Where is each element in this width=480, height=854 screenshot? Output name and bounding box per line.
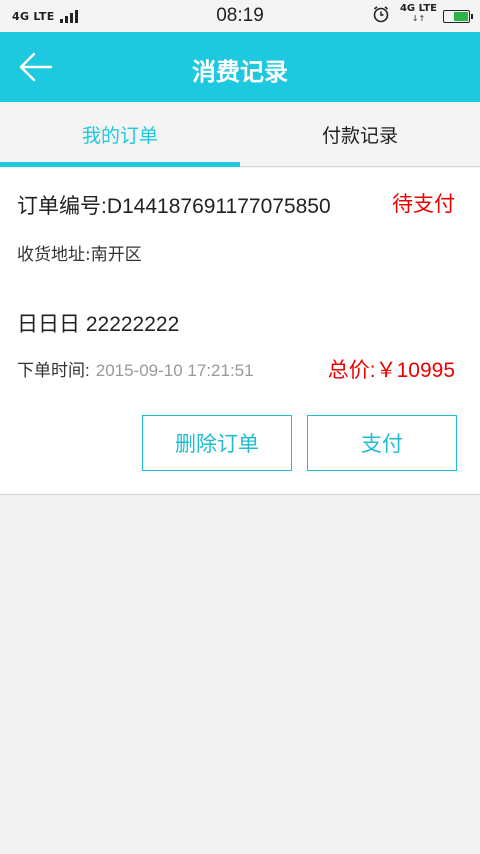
tab-bar: 我的订单 付款记录: [0, 102, 480, 167]
battery-icon: [443, 9, 473, 23]
battery-level: [454, 11, 468, 21]
tab-my-orders[interactable]: 我的订单: [0, 102, 240, 167]
order-status: 待支付: [392, 192, 455, 216]
network-right-label: 4G LTE: [399, 3, 437, 14]
order-time-label: 下单时间:: [17, 361, 90, 380]
product-name: 日日日 22222222: [17, 313, 180, 336]
page-title: 消费记录: [192, 58, 288, 86]
order-card: 订单编号:D144187691177075850 待支付 收货地址:南开区 日日…: [0, 168, 480, 495]
status-bar: 4G LTE 08:19 4G LTE ↓↑: [0, 0, 480, 32]
order-time-value: 2015-09-10 17:21:51: [95, 361, 254, 380]
delete-order-button[interactable]: 删除订单: [142, 415, 292, 471]
app-header: 消费记录: [0, 32, 480, 102]
status-right: 4G LTE ↓↑: [372, 4, 473, 24]
order-time-row: 下单时间: 2015-09-10 17:21:51: [17, 356, 254, 381]
pay-button[interactable]: 支付: [307, 415, 457, 471]
order-total: 总价:￥10995: [327, 359, 455, 382]
tab-payment-records[interactable]: 付款记录: [240, 102, 480, 166]
network-type-right: 4G LTE ↓↑: [400, 4, 437, 24]
data-activity-icon: ↓↑: [411, 14, 426, 23]
order-number: 订单编号:D144187691177075850: [17, 195, 331, 218]
alarm-clock-icon: [373, 6, 389, 23]
shipping-address: 收货地址:南开区: [17, 245, 142, 265]
